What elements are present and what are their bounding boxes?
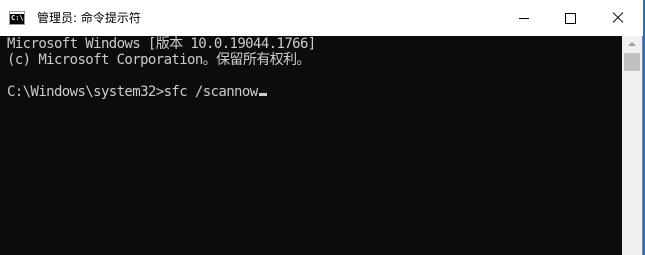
command-text: C:\Windows\system32>sfc /scannow (7, 84, 258, 100)
console-line-copyright: (c) Microsoft Corporation。保留所有权利。 (7, 52, 311, 68)
scroll-thumb[interactable] (624, 53, 640, 71)
console-output[interactable]: Microsoft Windows [版本 10.0.19044.1766] (… (0, 36, 622, 255)
minimize-button[interactable] (501, 0, 547, 36)
command-prompt-line[interactable]: C:\Windows\system32>sfc /scannow (7, 84, 267, 100)
close-button[interactable] (593, 0, 643, 36)
close-icon (612, 12, 624, 24)
maximize-button[interactable] (547, 0, 593, 36)
title-bar[interactable]: C:\ 管理员: 命令提示符 (0, 0, 643, 36)
command-prompt-window: C:\ 管理员: 命令提示符 Microsoft Windows [版本 10.… (0, 0, 643, 255)
minimize-icon (519, 18, 529, 19)
vertical-scrollbar[interactable] (622, 36, 642, 255)
maximize-icon (565, 13, 576, 24)
console-line-version: Microsoft Windows [版本 10.0.19044.1766] (7, 36, 316, 52)
cmd-icon[interactable]: C:\ (9, 11, 25, 25)
window-title: 管理员: 命令提示符 (37, 11, 141, 25)
scroll-up-arrow-icon[interactable] (622, 36, 642, 52)
text-cursor (258, 93, 267, 96)
